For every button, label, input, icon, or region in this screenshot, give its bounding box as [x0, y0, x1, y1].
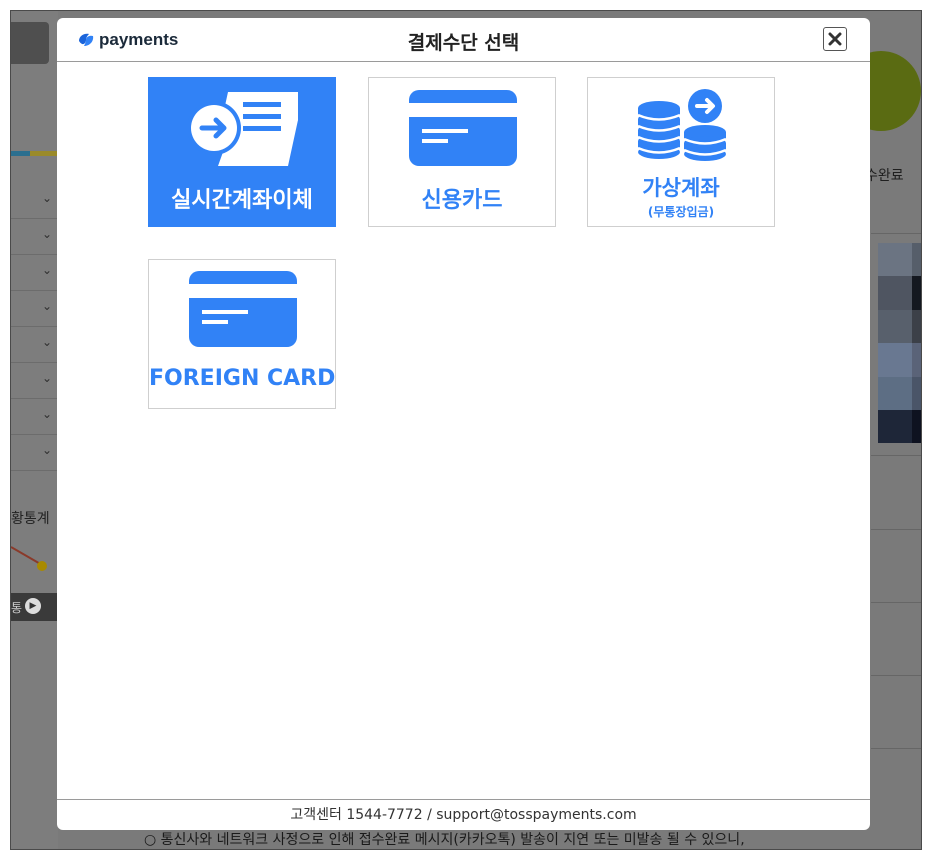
method-label: 실시간계좌이체	[171, 188, 313, 213]
background-right-panel: 수완료	[841, 11, 921, 849]
chevron-down-icon: ⌄	[41, 407, 52, 421]
coins-arrow-icon	[637, 89, 727, 161]
background-bottom-bar: 통 ▶	[11, 593, 58, 621]
status-label: 수완료	[865, 168, 904, 184]
modal-title: 결제수단 선택	[407, 32, 520, 54]
method-credit-card[interactable]: 신용카드	[368, 77, 556, 227]
sidebar-row: ⌄	[11, 399, 58, 435]
sidebar-row: ⌄	[11, 435, 58, 471]
sidebar-row: ⌄	[11, 183, 58, 219]
sidebar-row: ⌄	[11, 255, 58, 291]
blurred-image	[878, 243, 921, 443]
credit-card-icon	[189, 271, 297, 347]
chart-dot	[37, 561, 47, 571]
background-sidebar: ⌄ ⌄ ⌄ ⌄ ⌄ ⌄ ⌄ ⌄ 황통계 통 ▶	[11, 11, 58, 849]
chevron-down-icon: ⌄	[41, 371, 52, 385]
chevron-down-icon: ⌄	[41, 443, 52, 457]
method-label: FOREIGN CARD	[149, 366, 336, 391]
sidebar-row: ⌄	[11, 327, 58, 363]
play-icon: ▶	[25, 598, 41, 614]
chevron-down-icon: ⌄	[41, 227, 52, 241]
modal-footer: 고객센터 1544-7772 / support@tosspayments.co…	[57, 799, 870, 830]
modal-header: payments 결제수단 선택	[57, 18, 870, 62]
method-label: 가상계좌	[642, 176, 720, 200]
payment-method-modal: payments 결제수단 선택 실시간계좌이체 신용카드 가상계좌 (무통장입…	[57, 18, 870, 830]
method-bank-transfer[interactable]: 실시간계좌이체	[148, 77, 336, 227]
background-notice: ○ 통신사와 네트워크 사정으로 인해 접수완료 메시지(카카오톡) 발송이 지…	[144, 832, 745, 848]
sidebar-row: ⌄	[11, 219, 58, 255]
close-icon	[828, 32, 842, 46]
method-sublabel: (무통장입금)	[647, 205, 715, 219]
chevron-down-icon: ⌄	[41, 263, 52, 277]
sidebar-row: ⌄	[11, 363, 58, 399]
method-virtual-account[interactable]: 가상계좌 (무통장입금)	[587, 77, 775, 227]
close-button[interactable]	[823, 27, 847, 51]
chevron-down-icon: ⌄	[41, 191, 52, 205]
bank-transfer-icon	[188, 92, 298, 166]
method-foreign-card[interactable]: FOREIGN CARD	[148, 259, 336, 409]
method-label: 신용카드	[421, 188, 503, 213]
stats-label: 황통계	[11, 511, 50, 527]
chevron-down-icon: ⌄	[41, 299, 52, 313]
sidebar-row: ⌄	[11, 291, 58, 327]
credit-card-icon	[409, 90, 517, 166]
chevron-down-icon: ⌄	[41, 335, 52, 349]
